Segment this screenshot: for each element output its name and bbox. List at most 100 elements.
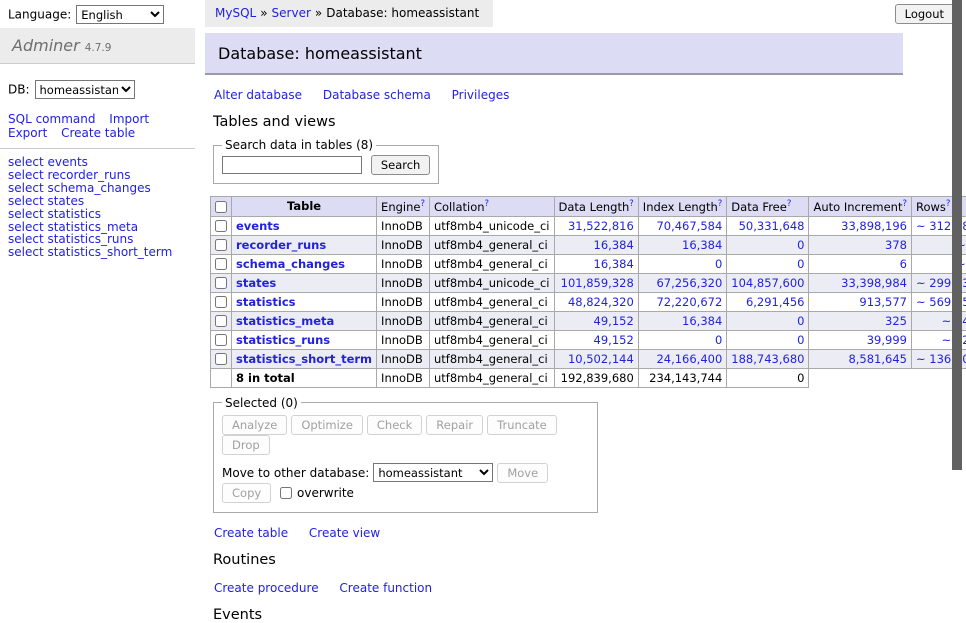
table-name-link[interactable]: statistics_runs (236, 333, 330, 347)
page-title: Database: homeassistant (205, 33, 903, 75)
help-link[interactable]: ? (787, 199, 792, 209)
selected-actions-row: AnalyzeOptimizeCheckRepairTruncateDrop (222, 415, 589, 455)
copy-button: Copy (222, 483, 271, 503)
sidebar-table-link[interactable]: select events (8, 156, 195, 169)
routines-title: Routines (213, 552, 903, 568)
cell-collation: utf8mb4_unicode_ci (429, 273, 554, 292)
help-link[interactable]: ? (629, 199, 634, 209)
analyze-button: Analyze (222, 415, 287, 435)
footer-engine: InnoDB (377, 368, 430, 387)
alter-database-link[interactable]: Alter database (214, 88, 302, 102)
cell-auto_increment: 33,398,984 (809, 273, 912, 292)
help-link[interactable]: ? (420, 199, 425, 209)
table-row: statistics_short_termInnoDButf8mb4_gener… (211, 349, 966, 368)
cell-data_free: 50,331,648 (727, 216, 809, 235)
cell-data_free: 188,743,680 (727, 349, 809, 368)
footer-index-length: 234,143,744 (638, 368, 727, 387)
content: Database: homeassistant Alter database D… (205, 33, 903, 623)
table-row: statistics_metaInnoDButf8mb4_general_ci4… (211, 311, 966, 330)
help-link[interactable]: ? (718, 199, 723, 209)
sidebar-action-sql-command[interactable]: SQL command (8, 112, 95, 126)
sidebar-table-link[interactable]: select states (8, 195, 195, 208)
move-label: Move to other database: (222, 466, 369, 480)
sidebar-table-link[interactable]: select statistics (8, 208, 195, 221)
cell-engine: InnoDB (377, 273, 430, 292)
check-button: Check (367, 415, 422, 435)
cell-collation: utf8mb4_general_ci (429, 330, 554, 349)
row-checkbox[interactable] (215, 315, 227, 327)
table-name-link[interactable]: states (236, 276, 276, 290)
truncate-button: Truncate (487, 415, 557, 435)
sidebar-action-import[interactable]: Import (109, 112, 149, 126)
cell-auto_increment: 33,898,196 (809, 216, 912, 235)
sidebar-action-create-table[interactable]: Create table (61, 126, 135, 140)
cell-index_length: 16,384 (638, 235, 727, 254)
language-select[interactable]: English (76, 5, 164, 24)
help-link[interactable]: ? (946, 199, 951, 209)
column-header: Data Free? (727, 197, 809, 217)
cell-index_length: 0 (638, 254, 727, 273)
cell-collation: utf8mb4_unicode_ci (429, 216, 554, 235)
row-checkbox[interactable] (215, 220, 227, 232)
create-table-link[interactable]: Create table (214, 526, 288, 540)
logout-button[interactable]: Logout (895, 4, 954, 24)
table-name-link[interactable]: recorder_runs (236, 238, 326, 252)
search-input[interactable] (222, 156, 362, 174)
table-row: statesInnoDButf8mb4_unicode_ci101,859,32… (211, 273, 966, 292)
overwrite-checkbox[interactable] (280, 487, 292, 499)
table-name-link[interactable]: schema_changes (236, 257, 345, 271)
row-checkbox[interactable] (215, 353, 227, 365)
sidebar-action-export[interactable]: Export (8, 126, 47, 140)
help-link[interactable]: ? (902, 199, 907, 209)
row-checkbox[interactable] (215, 277, 227, 289)
repair-button: Repair (426, 415, 483, 435)
scrollbar-thumb[interactable] (952, 0, 962, 470)
help-link[interactable]: ? (485, 199, 490, 209)
sidebar-table-link[interactable]: select schema_changes (8, 182, 195, 195)
table-header-row: TableEngine?Collation?Data Length?Index … (211, 197, 966, 217)
cell-auto_increment: 8,581,645 (809, 349, 912, 368)
cell-data_free: 0 (727, 254, 809, 273)
cell-index_length: 0 (638, 330, 727, 349)
cell-data_length: 48,824,320 (554, 292, 638, 311)
breadcrumb-mysql[interactable]: MySQL (215, 6, 256, 20)
sidebar-actions: SQL command Import Export Create table (8, 112, 187, 140)
sidebar-table-link[interactable]: select recorder_runs (8, 169, 195, 182)
breadcrumb-server[interactable]: Server (272, 6, 311, 20)
cell-engine: InnoDB (377, 235, 430, 254)
sidebar: Adminer4.7.9 DB:homeassistant SQL comman… (0, 28, 195, 259)
table-name-link[interactable]: statistics (236, 295, 296, 309)
cell-collation: utf8mb4_general_ci (429, 254, 554, 273)
cell-collation: utf8mb4_general_ci (429, 292, 554, 311)
create-procedure-link[interactable]: Create procedure (214, 581, 319, 595)
sidebar-table-link[interactable]: select statistics_short_term (8, 246, 195, 259)
cell-data_free: 0 (727, 330, 809, 349)
cell-data_free: 104,857,600 (727, 273, 809, 292)
row-checkbox[interactable] (215, 296, 227, 308)
table-name-link[interactable]: statistics_short_term (236, 352, 372, 366)
language-label: Language: (8, 8, 71, 22)
column-header: Auto Increment? (809, 197, 912, 217)
select-all-checkbox[interactable] (215, 201, 227, 213)
table-name-link[interactable]: events (236, 219, 280, 233)
footer-total: 8 in total (232, 368, 377, 387)
privileges-link[interactable]: Privileges (452, 88, 510, 102)
db-label: DB: (8, 83, 30, 97)
cell-engine: InnoDB (377, 216, 430, 235)
optimize-button: Optimize (291, 415, 363, 435)
search-button[interactable]: Search (371, 155, 431, 175)
create-view-link[interactable]: Create view (309, 526, 380, 540)
move-button: Move (497, 463, 548, 483)
db-select[interactable]: homeassistant (35, 80, 135, 99)
move-db-select[interactable]: homeassistant (373, 463, 493, 482)
cell-index_length: 67,256,320 (638, 273, 727, 292)
row-checkbox[interactable] (215, 334, 227, 346)
database-schema-link[interactable]: Database schema (323, 88, 431, 102)
sidebar-tables-list: select eventsselect recorder_runsselect … (0, 148, 195, 259)
table-name-link[interactable]: statistics_meta (236, 314, 334, 328)
row-checkbox[interactable] (215, 258, 227, 270)
breadcrumb-current: Database: homeassistant (326, 6, 479, 20)
cell-engine: InnoDB (377, 292, 430, 311)
row-checkbox[interactable] (215, 239, 227, 251)
create-function-link[interactable]: Create function (339, 581, 432, 595)
